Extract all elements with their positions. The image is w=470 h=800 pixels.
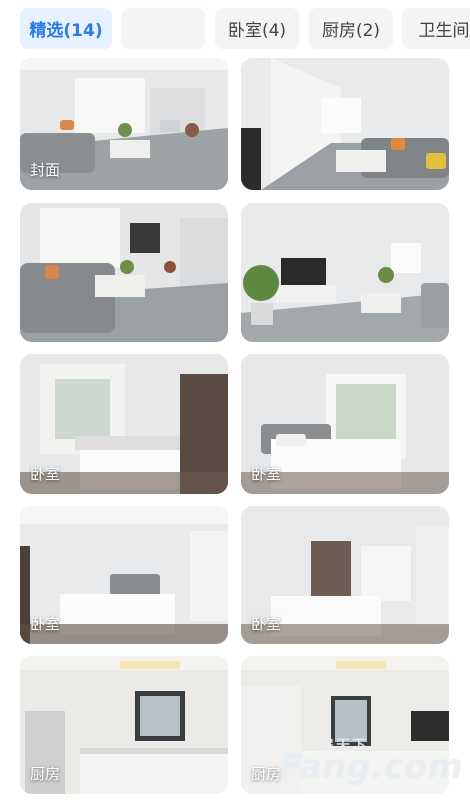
- tab-bedroom[interactable]: 卧室(4): [215, 8, 299, 49]
- tab-featured[interactable]: 精选(14): [20, 8, 112, 49]
- photo-living-room-3[interactable]: [20, 203, 228, 342]
- photo-living-room-cover[interactable]: 封面: [20, 58, 228, 190]
- photo-kitchen-1[interactable]: 厨房: [20, 656, 228, 794]
- living-room-image: [241, 203, 449, 342]
- photo-caption: 封面: [30, 161, 61, 179]
- photo-caption: 厨房: [251, 765, 282, 783]
- photo-caption: 卧室: [30, 615, 61, 633]
- fang-watermark-logo: 房天下 Fang.com: [280, 735, 463, 790]
- photo-bedroom-4[interactable]: 卧室: [241, 506, 449, 644]
- photo-caption: 厨房: [30, 765, 61, 783]
- photo-bedroom-3[interactable]: 卧室: [20, 506, 228, 644]
- photo-bedroom-2[interactable]: 卧室: [241, 354, 449, 494]
- tab-bathroom[interactable]: 卫生间: [402, 8, 470, 49]
- photo-living-room-2[interactable]: [241, 58, 449, 190]
- tab-blurred[interactable]: [121, 8, 205, 49]
- living-room-image: [20, 203, 228, 342]
- photo-caption: 卧室: [251, 465, 282, 483]
- photo-bedroom-1[interactable]: 卧室: [20, 354, 228, 494]
- watermark-brand-text: Fang.com: [280, 747, 463, 787]
- photo-caption: 卧室: [251, 615, 282, 633]
- living-room-image: [241, 58, 449, 190]
- photo-living-room-4[interactable]: [241, 203, 449, 342]
- tab-kitchen[interactable]: 厨房(2): [309, 8, 393, 49]
- category-tabs: 精选(14) 卧室(4) 厨房(2) 卫生间: [0, 0, 470, 56]
- photo-caption: 卧室: [30, 465, 61, 483]
